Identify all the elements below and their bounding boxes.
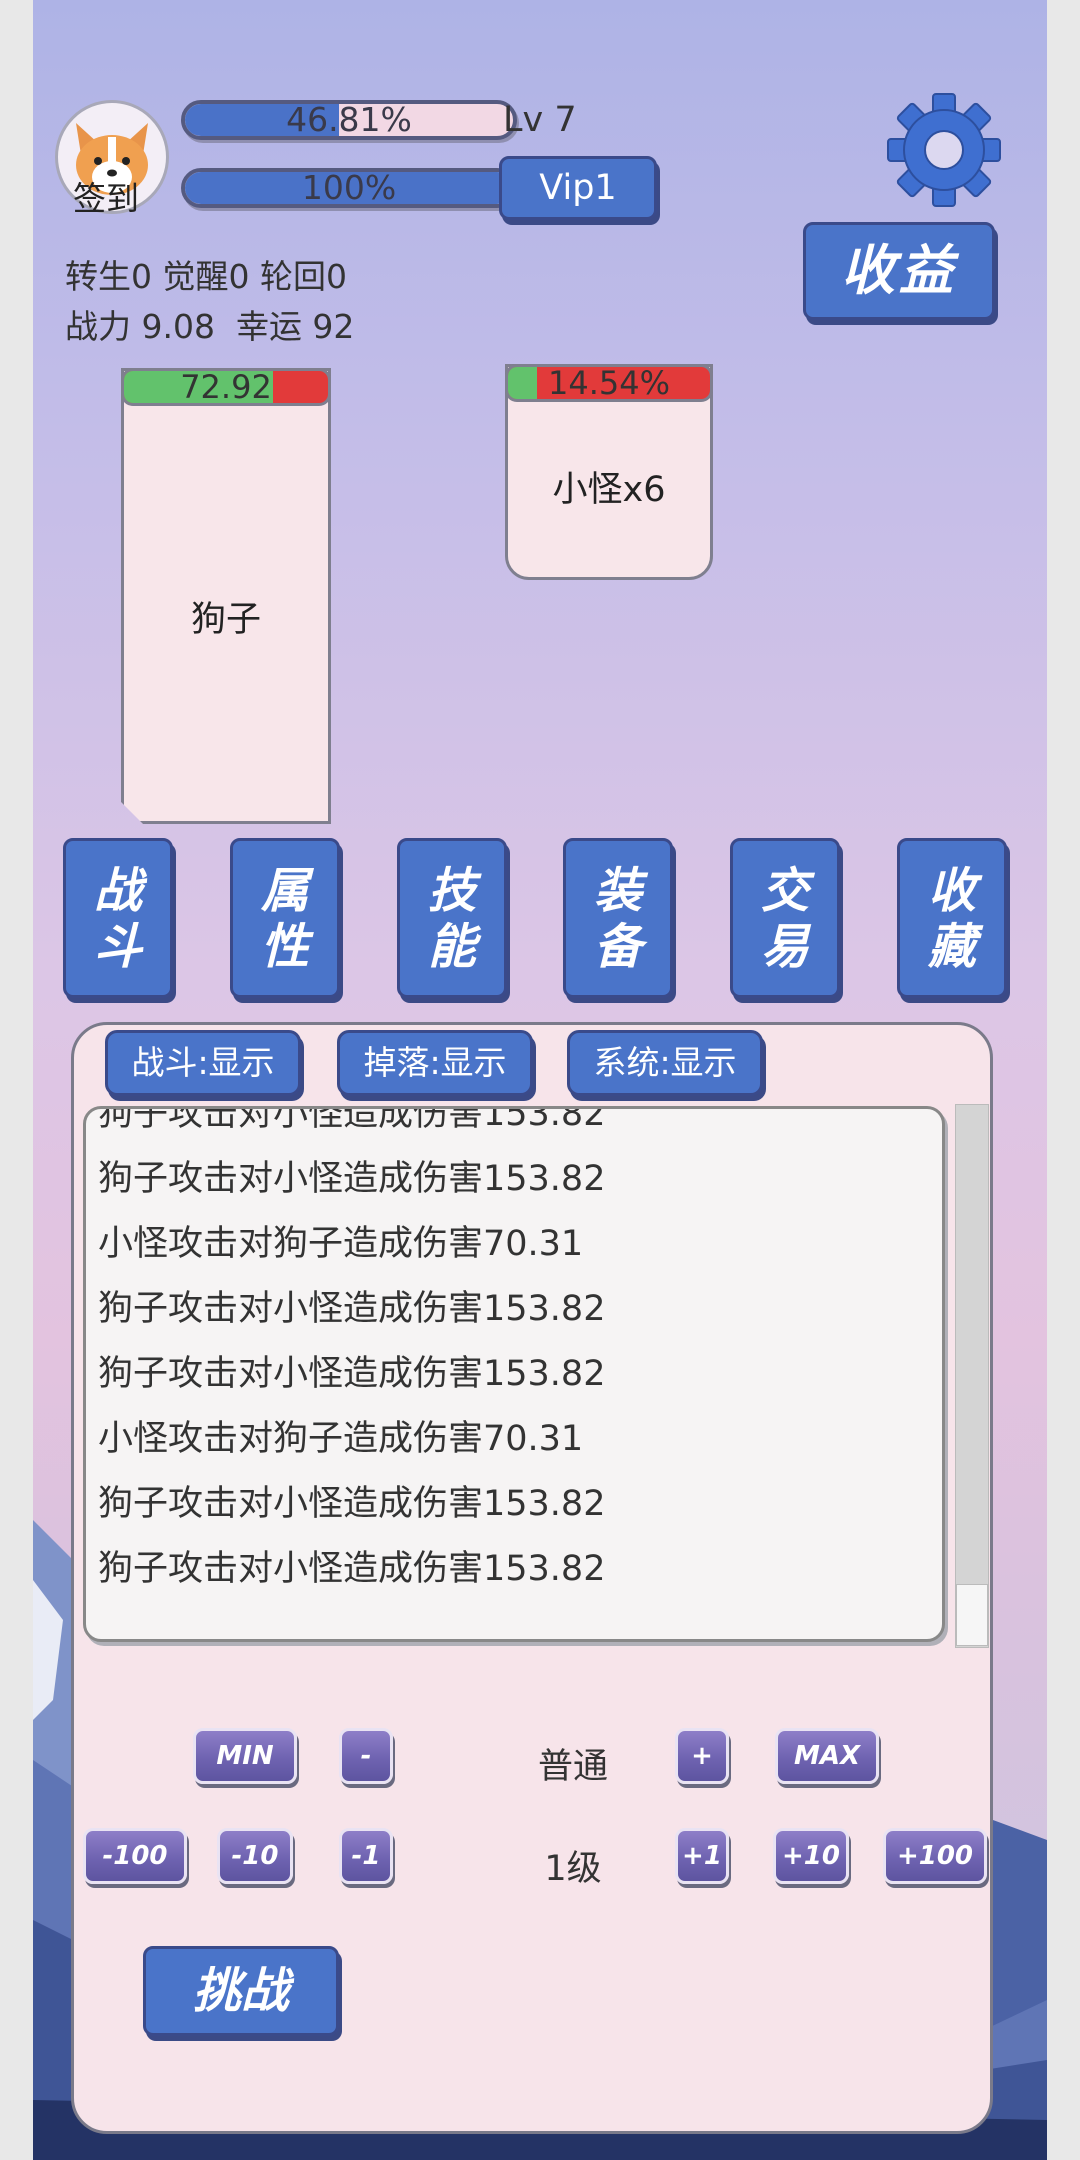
player-level: Lv 7 bbox=[503, 100, 577, 140]
sign-in-label[interactable]: 签到 bbox=[73, 172, 139, 220]
menu-equipment-button[interactable]: 装备 bbox=[563, 838, 673, 998]
filter-drop-button[interactable]: 掉落:显示 bbox=[337, 1030, 533, 1096]
enemy-name: 小怪x6 bbox=[552, 470, 666, 510]
energy-percent: 100% bbox=[301, 168, 397, 207]
menu-battle-button[interactable]: 战斗 bbox=[63, 838, 173, 998]
power-luck-stats: 战力 9.08 幸运 92 bbox=[65, 307, 355, 346]
hero-hp-bar: 72.92 bbox=[121, 368, 331, 406]
filter-system-button[interactable]: 系统:显示 bbox=[567, 1030, 763, 1096]
difficulty-minus-button[interactable]: - bbox=[339, 1728, 393, 1784]
stage-minus-1-button[interactable]: -1 bbox=[339, 1828, 393, 1884]
hero-hp-value: 72.92 bbox=[180, 368, 272, 406]
menu-button-label: 属性 bbox=[260, 863, 309, 975]
log-scrollbar[interactable] bbox=[955, 1104, 989, 1648]
difficulty-value: 普通 bbox=[537, 1747, 608, 1787]
stage-plus-100-button[interactable]: +100 bbox=[883, 1828, 987, 1884]
menu-collection-button[interactable]: 收藏 bbox=[897, 838, 1007, 998]
rebirth-stats: 转生0 觉醒0 轮回0 bbox=[65, 257, 347, 296]
menu-button-label: 交易 bbox=[760, 863, 809, 975]
enemy-hp-value: 14.54% bbox=[547, 364, 670, 402]
hero-card[interactable]: 72.92 狗子 bbox=[121, 368, 331, 824]
stage-minus-100-button[interactable]: -100 bbox=[83, 1828, 187, 1884]
menu-button-label: 技能 bbox=[427, 863, 476, 975]
log-line: 小怪攻击对狗子造成伤害70.31 bbox=[98, 1224, 584, 1264]
menu-button-label: 收藏 bbox=[927, 863, 976, 975]
log-line: 狗子攻击对小怪造成伤害153.82 bbox=[98, 1354, 606, 1394]
hero-name: 狗子 bbox=[190, 600, 261, 640]
log-line: 狗子攻击对小怪造成伤害153.82 bbox=[98, 1106, 606, 1134]
log-scrollbar-thumb[interactable] bbox=[956, 1584, 988, 1646]
stage-plus-1-button[interactable]: +1 bbox=[675, 1828, 729, 1884]
exp-bar: 46.81% bbox=[181, 100, 517, 140]
menu-skills-button[interactable]: 技能 bbox=[397, 838, 507, 998]
menu-trade-button[interactable]: 交易 bbox=[730, 838, 840, 998]
stage-plus-10-button[interactable]: +10 bbox=[773, 1828, 849, 1884]
menu-attributes-button[interactable]: 属性 bbox=[230, 838, 340, 998]
log-line: 狗子攻击对小怪造成伤害153.82 bbox=[98, 1159, 606, 1199]
exp-percent: 46.81% bbox=[286, 100, 412, 139]
income-button[interactable]: 收益 bbox=[803, 222, 995, 320]
game-screen: 签到 46.81% Lv 7 100% Vip1 收益 转生0 觉醒0 轮回0 … bbox=[33, 0, 1047, 2160]
enemy-hp-bar: 14.54% bbox=[505, 364, 713, 402]
filter-battle-button[interactable]: 战斗:显示 bbox=[105, 1030, 301, 1096]
menu-button-label: 战斗 bbox=[93, 863, 142, 975]
vip-button[interactable]: Vip1 bbox=[499, 156, 657, 220]
difficulty-min-button[interactable]: MIN bbox=[193, 1728, 297, 1784]
stage-value: 1级 bbox=[544, 1849, 602, 1889]
battle-log[interactable]: 狗子攻击对小怪造成伤害153.82 狗子攻击对小怪造成伤害153.82 小怪攻击对狗… bbox=[83, 1106, 945, 1642]
log-line: 狗子攻击对小怪造成伤害153.82 bbox=[98, 1484, 606, 1524]
difficulty-plus-button[interactable]: + bbox=[675, 1728, 729, 1784]
gear-icon[interactable] bbox=[886, 92, 1002, 208]
stage-minus-10-button[interactable]: -10 bbox=[217, 1828, 293, 1884]
difficulty-max-button[interactable]: MAX bbox=[775, 1728, 879, 1784]
log-line: 狗子攻击对小怪造成伤害153.82 bbox=[98, 1549, 606, 1589]
enemy-card[interactable]: 14.54% 小怪x6 bbox=[505, 364, 713, 580]
challenge-button[interactable]: 挑战 bbox=[143, 1946, 339, 2036]
log-line: 小怪攻击对狗子造成伤害70.31 bbox=[98, 1419, 584, 1459]
log-line: 狗子攻击对小怪造成伤害153.82 bbox=[98, 1289, 606, 1329]
menu-button-label: 装备 bbox=[593, 863, 642, 975]
energy-bar: 100% bbox=[181, 168, 517, 208]
